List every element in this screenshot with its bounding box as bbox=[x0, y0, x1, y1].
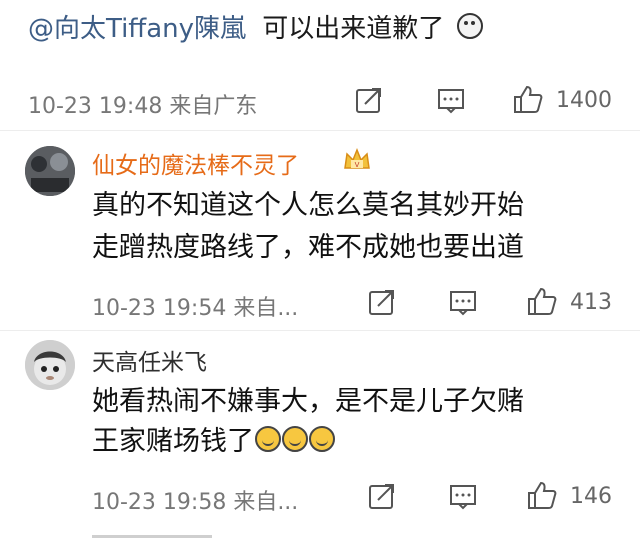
comment-text-line: 真的不知道这个人怎么莫名其妙开始 bbox=[92, 190, 524, 221]
avatar-image bbox=[25, 340, 75, 390]
like-icon[interactable] bbox=[526, 480, 558, 510]
repost-icon[interactable] bbox=[355, 86, 385, 114]
divider bbox=[0, 330, 640, 331]
like-icon[interactable] bbox=[512, 84, 544, 114]
comment-text-line-2: 王家赌场钱了 bbox=[92, 421, 335, 463]
comment-icon[interactable] bbox=[437, 88, 465, 114]
like-count: 413 bbox=[570, 290, 612, 315]
like-icon[interactable] bbox=[526, 286, 558, 316]
comment-meta: 10-23 19:58 来自... bbox=[92, 490, 299, 515]
mention-link[interactable]: @向太Tiffany陳嵐 bbox=[28, 14, 246, 44]
laughing-emoji-icon bbox=[309, 426, 335, 452]
laughing-emoji-icon bbox=[255, 426, 281, 452]
repost-icon[interactable] bbox=[368, 288, 398, 316]
comment-text-line: 她看热闹不嫌事大，是不是儿子欠赌 bbox=[92, 386, 524, 417]
comment-username[interactable]: 天高任米飞 bbox=[92, 343, 207, 377]
post-text-line: @向太Tiffany陳嵐 可以出来道歉了 bbox=[28, 8, 483, 45]
comment-icon[interactable] bbox=[449, 484, 477, 510]
avatar[interactable] bbox=[25, 340, 75, 390]
avatar[interactable] bbox=[25, 146, 75, 196]
laughing-emoji-icon bbox=[282, 426, 308, 452]
comment-meta: 10-23 19:54 来自... bbox=[92, 296, 299, 321]
comment-icon[interactable] bbox=[449, 290, 477, 316]
thinking-emoji-icon bbox=[456, 13, 483, 39]
comment-text-line: 走蹭热度路线了，难不成她也要出道 bbox=[92, 232, 524, 263]
next-comment-fragment bbox=[92, 532, 212, 538]
post-text: 可以出来道歉了 bbox=[262, 14, 445, 44]
divider bbox=[0, 130, 640, 131]
like-count: 1400 bbox=[556, 88, 612, 113]
crown-badge-icon: V bbox=[344, 147, 370, 169]
repost-icon[interactable] bbox=[368, 482, 398, 510]
svg-text:V: V bbox=[355, 161, 360, 169]
comment-username[interactable]: 仙女的魔法棒不灵了 bbox=[92, 146, 299, 180]
comment-text: 王家赌场钱了 bbox=[92, 426, 254, 457]
avatar-image bbox=[25, 146, 75, 196]
like-count: 146 bbox=[570, 484, 612, 509]
post-meta: 10-23 19:48 来自广东 bbox=[28, 94, 258, 119]
